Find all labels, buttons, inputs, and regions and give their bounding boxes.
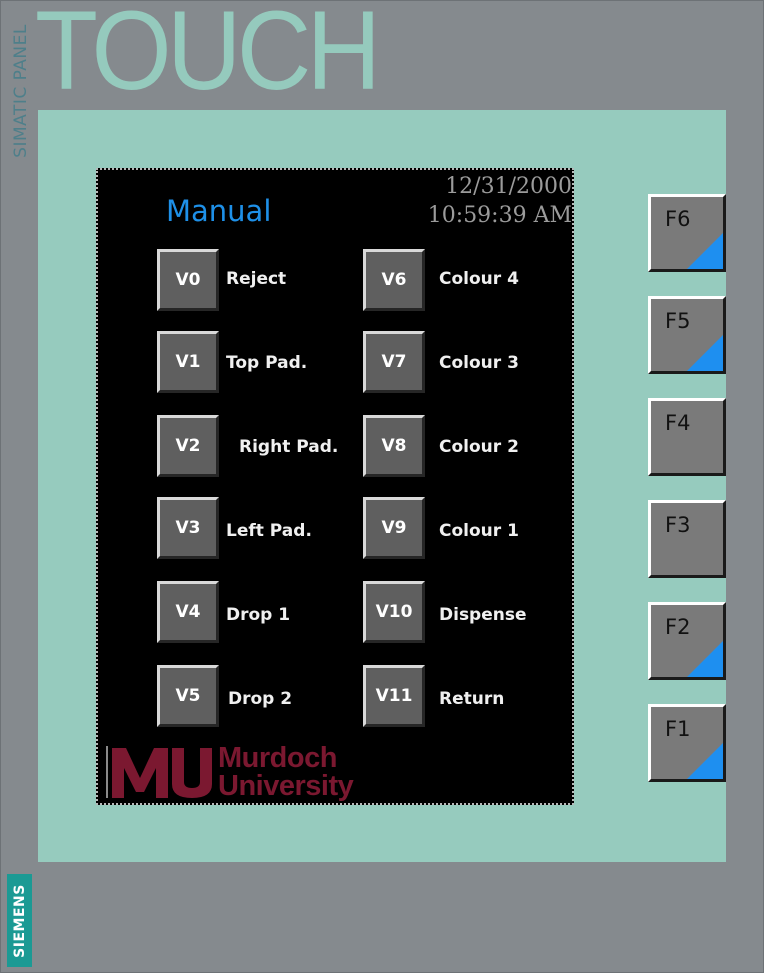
date-readout: 12/31/2000 xyxy=(445,174,572,199)
fkey-label: F4 xyxy=(665,411,691,435)
function-key-f5[interactable]: F5 xyxy=(648,296,726,374)
valve-label-reject: Reject xyxy=(226,269,287,289)
valve-label-drop-2: Drop 2 xyxy=(228,689,293,709)
logo-wordmark: Murdoch University xyxy=(218,742,354,802)
valve-button-label: V1 xyxy=(175,352,201,372)
fkey-corner-marker-icon xyxy=(687,233,723,269)
valve-button-label: V7 xyxy=(381,352,407,372)
time-readout: 10:59:39 AM xyxy=(427,203,572,228)
valve-label-colour-3: Colour 3 xyxy=(439,353,519,373)
fkey-label: F5 xyxy=(665,309,691,333)
fkey-label: F3 xyxy=(665,513,691,537)
valve-button-label: V2 xyxy=(175,436,201,456)
valve-label-return: Return xyxy=(439,689,505,709)
valve-button-label: V4 xyxy=(175,602,201,622)
valve-label-left-pad: Left Pad. xyxy=(226,521,312,541)
siemens-logo-text: SIEMENS xyxy=(11,883,28,958)
logo-line-murdoch: Murdoch xyxy=(218,742,337,774)
valve-label-colour-2: Colour 2 xyxy=(439,437,519,457)
function-key-f3[interactable]: F3 xyxy=(648,500,726,578)
valve-button-label: V0 xyxy=(175,270,201,290)
valve-button-label: V8 xyxy=(381,436,407,456)
valve-button-v9[interactable]: V9 xyxy=(363,497,425,559)
valve-label-top-pad: Top Pad. xyxy=(226,353,308,373)
valve-button-v7[interactable]: V7 xyxy=(363,331,425,393)
valve-button-v0[interactable]: V0 xyxy=(157,249,219,311)
valve-button-v5[interactable]: V5 xyxy=(157,665,219,727)
simatic-panel-label: SIMATIC PANEL xyxy=(11,24,31,158)
valve-button-v6[interactable]: V6 xyxy=(363,249,425,311)
valve-button-v1[interactable]: V1 xyxy=(157,331,219,393)
valve-button-label: V9 xyxy=(381,518,407,538)
fkey-label: F1 xyxy=(665,717,691,741)
screen-title: Manual xyxy=(166,194,272,228)
valve-button-v11[interactable]: V11 xyxy=(363,665,425,727)
fkey-label: F2 xyxy=(665,615,691,639)
valve-button-label: V3 xyxy=(175,518,201,538)
fkey-corner-marker-icon xyxy=(687,335,723,371)
fkey-label: F6 xyxy=(665,207,691,231)
valve-label-colour-4: Colour 4 xyxy=(439,269,519,289)
fkey-corner-marker-icon xyxy=(687,743,723,779)
valve-label-colour-1: Colour 1 xyxy=(439,521,519,541)
valve-button-v4[interactable]: V4 xyxy=(157,581,219,643)
date-time-display: 12/31/2000 10:59:39 AM xyxy=(428,172,572,230)
valve-label-right-pad: Right Pad. xyxy=(239,437,339,457)
logo-line-university: University xyxy=(218,770,354,802)
logo-divider xyxy=(106,746,108,798)
function-key-f1[interactable]: F1 xyxy=(648,704,726,782)
touch-brand-title: TOUCH xyxy=(35,0,381,113)
hmi-screen: Manual 12/31/2000 10:59:39 AM V0 Reject … xyxy=(96,168,574,805)
murdoch-university-logo: Murdoch University xyxy=(106,742,396,802)
valve-button-label: V11 xyxy=(375,686,413,706)
fkey-corner-marker-icon xyxy=(687,641,723,677)
function-key-f6[interactable]: F6 xyxy=(648,194,726,272)
valve-button-v2[interactable]: V2 xyxy=(157,415,219,477)
panel-housing: SIMATIC PANEL TOUCH Manual 12/31/2000 10… xyxy=(0,0,764,973)
function-key-f2[interactable]: F2 xyxy=(648,602,726,680)
siemens-badge: SIEMENS xyxy=(7,874,32,967)
valve-label-dispense: Dispense xyxy=(439,605,527,625)
function-key-f4[interactable]: F4 xyxy=(648,398,726,476)
valve-button-v3[interactable]: V3 xyxy=(157,497,219,559)
valve-label-drop-1: Drop 1 xyxy=(226,605,291,625)
valve-button-label: V10 xyxy=(375,602,413,622)
valve-button-label: V6 xyxy=(381,270,407,290)
valve-button-label: V5 xyxy=(175,686,201,706)
mu-logo-mark-icon xyxy=(112,748,212,798)
valve-button-v10[interactable]: V10 xyxy=(363,581,425,643)
valve-button-v8[interactable]: V8 xyxy=(363,415,425,477)
